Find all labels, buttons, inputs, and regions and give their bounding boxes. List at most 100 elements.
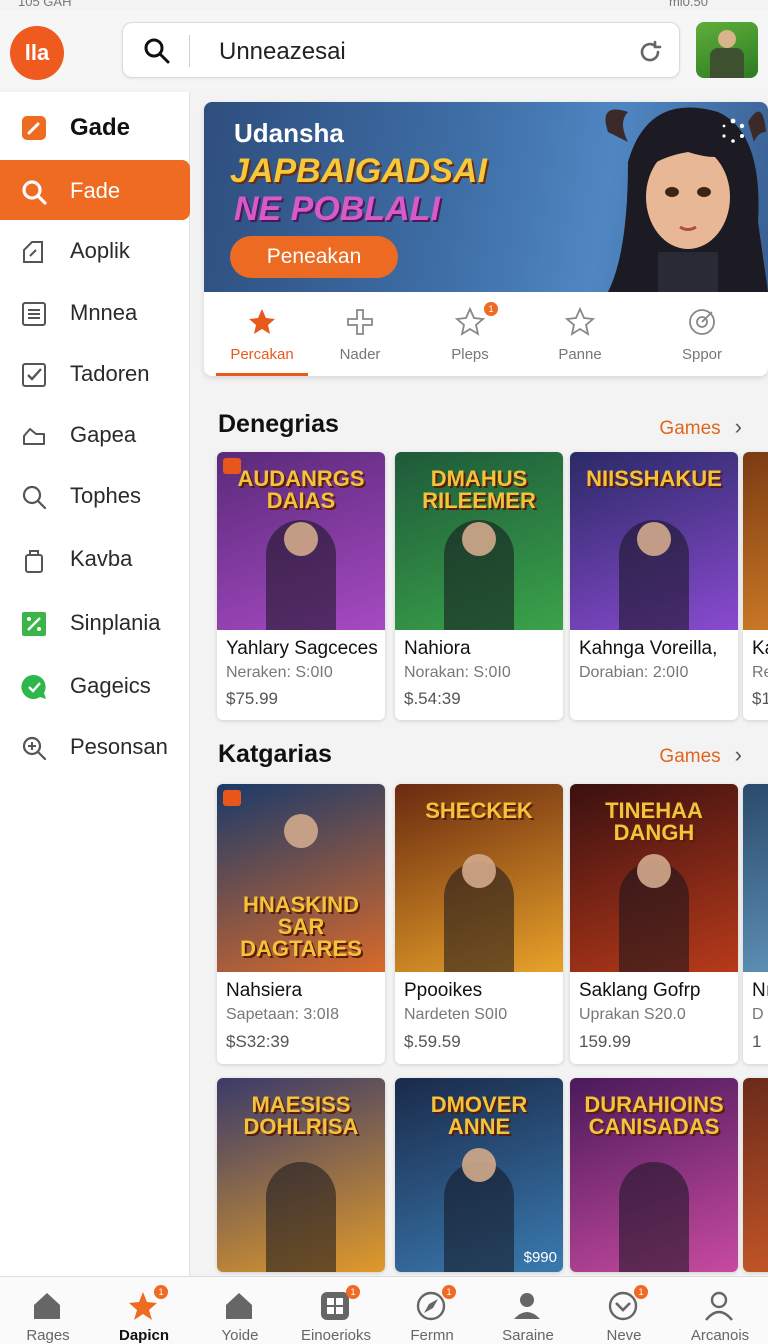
game-art bbox=[743, 784, 768, 972]
sidebar-item-gade[interactable]: Gade bbox=[0, 96, 190, 156]
nav-item-yoide[interactable]: Yoide bbox=[192, 1277, 288, 1344]
search-icon[interactable] bbox=[143, 37, 171, 65]
game-card[interactable]: NIISSHAKUE Kahnga Voreilla, Dorabian: 2:… bbox=[570, 452, 738, 720]
search-bar[interactable]: Unneazesai bbox=[122, 22, 680, 78]
game-price: 1 bbox=[752, 1032, 762, 1051]
banner-title-line2: NE POBLALI bbox=[234, 190, 440, 228]
nav-item-saraine[interactable]: Saraine bbox=[480, 1277, 576, 1344]
user-avatar[interactable] bbox=[696, 22, 758, 78]
game-price: $75.99 bbox=[226, 689, 278, 708]
game-art-title: SHECKEK bbox=[425, 798, 533, 823]
game-card[interactable]: SHECKEK Ppooikes Nardeten S0I0 $.59.59 bbox=[395, 784, 563, 1064]
game-art-title: AUDANRGS DAIAS bbox=[237, 466, 365, 513]
sidebar-item-sinplania[interactable]: Sinplania bbox=[0, 592, 190, 652]
star-outline-icon bbox=[564, 306, 596, 336]
tab-pleps[interactable]: 1 Pleps bbox=[414, 292, 526, 376]
game-name: Ppooikes bbox=[404, 980, 483, 1001]
banner-subtitle: Udansha bbox=[234, 118, 344, 148]
sidebar-item-label: Gapea bbox=[70, 422, 137, 447]
nav-label: Yoide bbox=[221, 1327, 259, 1344]
game-art bbox=[743, 1078, 768, 1272]
banner-cta-button[interactable]: Peneakan bbox=[230, 236, 398, 278]
game-art-figure-head bbox=[284, 522, 318, 556]
game-card[interactable]: HNASKIND SAR DAGTARES Nahsiera Sapetaan:… bbox=[217, 784, 385, 1064]
game-art-title: DMOVER ANNE bbox=[430, 1092, 528, 1139]
game-card[interactable]: DMOVER ANNE $990 bbox=[395, 1078, 563, 1272]
sidebar-item-gageics[interactable]: Gageics bbox=[0, 655, 190, 715]
game-art-title: NIISSHAKUE bbox=[586, 466, 722, 491]
sidebar-item-aoplik[interactable]: Aoplik bbox=[0, 220, 190, 280]
game-card[interactable]: MAESISS DOHLRISA bbox=[217, 1078, 385, 1272]
tab-label: Panne bbox=[558, 346, 602, 363]
hero-card: Udansha JAPBAIGADSAI NE POBLALI Peneakan bbox=[204, 102, 768, 376]
game-art-title: MAESISS DOHLRISA bbox=[243, 1092, 359, 1139]
nav-item-neve[interactable]: 1 Neve bbox=[576, 1277, 672, 1344]
nav-badge: 1 bbox=[634, 1285, 648, 1299]
game-art-title: DMAHUS RILEEMER bbox=[422, 466, 536, 513]
sidebar-item-pesonsan[interactable]: Pesonsan bbox=[0, 716, 190, 776]
section-link-label: Games bbox=[659, 418, 721, 439]
status-indicators: mi0.50 bbox=[668, 0, 708, 9]
sidebar-item-tophes[interactable]: Tophes bbox=[0, 465, 190, 525]
game-art: DMAHUS RILEEMER bbox=[395, 452, 563, 630]
nav-item-rages[interactable]: Rages bbox=[0, 1277, 96, 1344]
nav-item-arcanois[interactable]: Arcanois bbox=[672, 1277, 768, 1344]
game-meta: Norakan: S:0I0 bbox=[404, 664, 511, 681]
refresh-icon[interactable] bbox=[637, 39, 663, 65]
game-name: Kahnga Voreilla, bbox=[579, 638, 718, 659]
loading-dots-icon[interactable] bbox=[720, 118, 746, 144]
game-art-figure-head bbox=[637, 522, 671, 556]
game-price-badge: $990 bbox=[523, 1249, 557, 1266]
search-input[interactable]: Unneazesai bbox=[219, 38, 346, 66]
section-see-all-link[interactable]: Games › bbox=[659, 742, 742, 768]
game-art bbox=[743, 452, 768, 630]
section-title: Denegrias bbox=[218, 410, 339, 438]
zoom-in-icon bbox=[22, 736, 47, 761]
nav-item-dapicn[interactable]: 1 Dapicn bbox=[96, 1277, 192, 1344]
game-art-title: HNASKIND SAR DAGTARES bbox=[240, 892, 362, 961]
promo-banner[interactable]: Udansha JAPBAIGADSAI NE POBLALI Peneakan bbox=[204, 102, 768, 292]
nav-item-fermn[interactable]: 1 Fermn bbox=[384, 1277, 480, 1344]
sidebar-item-mnnea[interactable]: Mnnea bbox=[0, 282, 190, 342]
nav-label: Neve bbox=[606, 1327, 642, 1344]
tab-percakan[interactable]: Percakan bbox=[206, 292, 318, 376]
game-price: $.59.59 bbox=[404, 1032, 461, 1051]
game-price: 159.99 bbox=[579, 1032, 631, 1051]
game-card[interactable]: DURAHIOINS CANISADAS bbox=[570, 1078, 738, 1272]
game-name: Yahlary Sagceces bbox=[226, 638, 378, 659]
sidebar: Gade Fade Aoplik Mnnea Tadoren Gapea Top… bbox=[0, 92, 190, 1276]
app-header: lla Unneazesai bbox=[0, 10, 768, 88]
game-art-figure bbox=[266, 1162, 336, 1272]
game-card[interactable]: TINEHAA DANGH Saklang Gofrp Uprakan S20.… bbox=[570, 784, 738, 1064]
bottom-navigation: Rages 1 Dapicn Yoide 1 Einoerioks 1 Ferm… bbox=[0, 1276, 768, 1344]
game-card[interactable]: Nı D 1 bbox=[743, 784, 768, 1064]
sidebar-item-fade[interactable]: Fade bbox=[0, 160, 190, 220]
game-card[interactable]: Ka Re $1 bbox=[743, 452, 768, 720]
game-card[interactable]: AUDANRGS DAIAS Yahlary Sagceces Neraken:… bbox=[217, 452, 385, 720]
game-art: HNASKIND SAR DAGTARES bbox=[217, 784, 385, 972]
app-logo[interactable]: lla bbox=[10, 26, 64, 80]
tab-label: Pleps bbox=[451, 346, 489, 363]
sidebar-item-label: Kavba bbox=[70, 546, 133, 571]
tab-sppor[interactable]: Sppor bbox=[646, 292, 758, 376]
section-see-all-link[interactable]: Games › bbox=[659, 414, 742, 440]
game-price: $.54:39 bbox=[404, 689, 461, 708]
tab-panne[interactable]: Panne bbox=[524, 292, 636, 376]
nav-item-einoerioks[interactable]: 1 Einoerioks bbox=[288, 1277, 384, 1344]
sidebar-item-gapea[interactable]: Gapea bbox=[0, 404, 190, 464]
sidebar-item-tadoren[interactable]: Tadoren bbox=[0, 343, 190, 403]
game-name: Saklang Gofrp bbox=[579, 980, 701, 1001]
game-name: Ka bbox=[752, 638, 768, 659]
tab-label: Nader bbox=[339, 346, 381, 363]
game-card[interactable] bbox=[743, 1078, 768, 1272]
tab-nader[interactable]: Nader bbox=[304, 292, 416, 376]
cloud-icon bbox=[23, 428, 45, 445]
game-card[interactable]: DMAHUS RILEEMER Nahiora Norakan: S:0I0 $… bbox=[395, 452, 563, 720]
percent-icon bbox=[22, 612, 46, 636]
game-name: Nı bbox=[752, 980, 768, 1001]
sidebar-item-label: Tophes bbox=[70, 483, 141, 508]
checkbox-icon bbox=[22, 363, 46, 387]
sidebar-item-kavba[interactable]: Kavba bbox=[0, 528, 190, 588]
target-icon bbox=[689, 309, 715, 335]
game-art-title: DURAHIOINS CANISADAS bbox=[584, 1092, 724, 1139]
